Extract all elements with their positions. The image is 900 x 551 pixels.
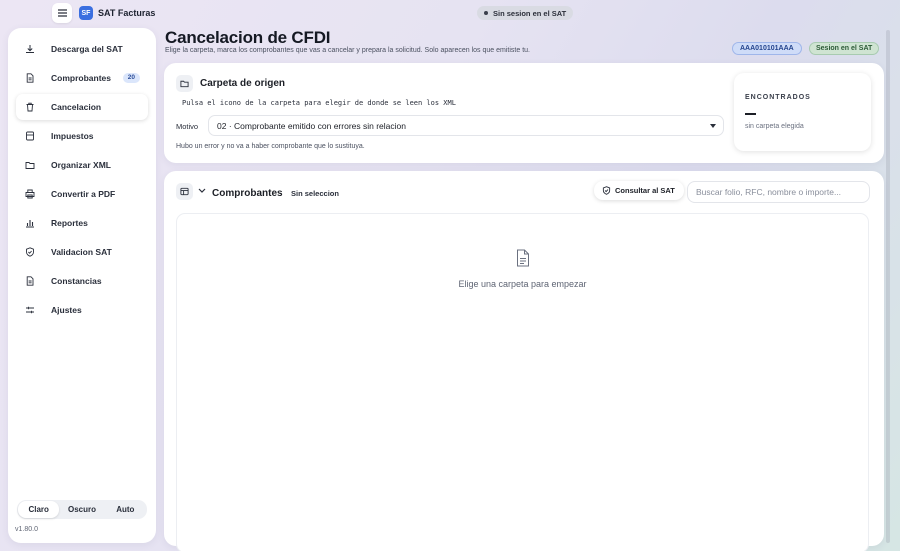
theme-option-dark[interactable]: Oscuro <box>61 501 102 518</box>
origin-folder-card: Carpeta de origen Pulsa el icono de la c… <box>164 63 884 163</box>
sidebar: Descarga del SAT Comprobantes 20 Cancela… <box>8 28 156 543</box>
sidebar-item-validacion-sat[interactable]: Validacion SAT <box>16 239 148 265</box>
calculator-icon <box>25 131 35 141</box>
origin-title: Carpeta de origen <box>200 78 286 89</box>
download-icon <box>25 44 35 54</box>
theme-switch: Claro Oscuro Auto <box>17 500 147 519</box>
top-bar: SF SAT Facturas Sin sesion en el SAT <box>0 0 900 27</box>
sidebar-item-label: Comprobantes <box>51 73 111 83</box>
selection-status: Sin seleccion <box>291 189 339 198</box>
consult-sat-button[interactable]: Consultar al SAT <box>594 181 684 200</box>
motivo-label: Motivo <box>176 122 199 131</box>
document-icon <box>25 73 35 83</box>
sidebar-item-label: Ajustes <box>51 305 82 315</box>
empty-state: Elige una carpeta para empezar <box>176 213 869 551</box>
choose-folder-button[interactable] <box>176 75 193 92</box>
status-dot-icon <box>484 11 488 15</box>
sidebar-item-comprobantes[interactable]: Comprobantes 20 <box>16 65 148 91</box>
session-status-pill: Sin sesion en el SAT <box>477 6 574 20</box>
motivo-description: Hubo un error y no va a haber comprobant… <box>176 143 365 150</box>
empty-state-text: Elige una carpeta para empezar <box>458 279 587 289</box>
found-count-placeholder <box>745 113 756 115</box>
shield-check-icon <box>602 186 611 195</box>
printer-icon <box>25 189 35 199</box>
hamburger-icon <box>57 9 67 17</box>
sidebar-item-cancelacion[interactable]: Cancelacion <box>16 94 148 120</box>
sliders-icon <box>25 305 35 315</box>
table-view-button[interactable] <box>176 183 193 200</box>
motivo-select[interactable]: 02 · Comprobante emitido con errores sin… <box>208 115 724 136</box>
folder-icon <box>25 160 35 170</box>
sidebar-item-label: Organizar XML <box>51 160 111 170</box>
origin-hint: Pulsa el icono de la carpeta para elegir… <box>182 99 456 107</box>
rfc-badge: AAA010101AAA <box>732 42 802 55</box>
sidebar-item-convertir-pdf[interactable]: Convertir a PDF <box>16 181 148 207</box>
folder-icon <box>180 80 189 88</box>
document-icon <box>517 249 529 267</box>
sidebar-item-label: Descarga del SAT <box>51 44 123 54</box>
found-status: sin carpeta elegida <box>745 123 804 130</box>
sidebar-item-label: Reportes <box>51 218 88 228</box>
document-icon <box>25 276 35 286</box>
sidebar-item-label: Convertir a PDF <box>51 189 116 199</box>
sidebar-item-label: Validacion SAT <box>51 247 112 257</box>
found-summary-card: ENCONTRADOS sin carpeta elegida <box>734 73 871 151</box>
sidebar-item-label: Cancelacion <box>51 102 102 112</box>
theme-option-auto[interactable]: Auto <box>105 501 146 518</box>
count-badge: 20 <box>122 73 140 83</box>
sidebar-item-ajustes[interactable]: Ajustes <box>16 297 148 323</box>
menu-button[interactable] <box>52 3 72 23</box>
motivo-selected-value: 02 · Comprobante emitido con errores sin… <box>217 120 406 131</box>
app-name: SAT Facturas <box>98 8 156 18</box>
sidebar-item-impuestos[interactable]: Impuestos <box>16 123 148 149</box>
comprobantes-title: Comprobantes <box>212 188 283 199</box>
sidebar-item-reportes[interactable]: Reportes <box>16 210 148 236</box>
search-input[interactable] <box>687 181 870 203</box>
trash-icon <box>25 102 35 112</box>
caret-down-icon <box>710 124 716 128</box>
page-scrollbar[interactable] <box>886 30 890 543</box>
sidebar-item-descarga[interactable]: Descarga del SAT <box>16 36 148 62</box>
sidebar-item-label: Impuestos <box>51 131 94 141</box>
session-status-text: Sin sesion en el SAT <box>493 8 567 18</box>
app-version: v1.80.0 <box>15 526 38 533</box>
theme-option-light[interactable]: Claro <box>18 501 60 518</box>
shield-check-icon <box>25 247 35 257</box>
comprobantes-card: Comprobantes Sin seleccion Consultar al … <box>164 171 884 551</box>
sidebar-item-constancias[interactable]: Constancias <box>16 268 148 294</box>
bar-chart-icon <box>25 218 35 228</box>
app-logo: SF <box>79 6 93 20</box>
found-title: ENCONTRADOS <box>745 94 811 101</box>
page-subtitle: Elige la carpeta, marca los comprobantes… <box>165 47 530 54</box>
chevron-down-icon[interactable] <box>198 188 206 194</box>
consult-sat-label: Consultar al SAT <box>615 186 675 195</box>
sat-session-badge: Sesion en el SAT <box>809 42 880 55</box>
table-icon <box>180 187 189 196</box>
sidebar-item-label: Constancias <box>51 276 102 286</box>
sidebar-item-organizar-xml[interactable]: Organizar XML <box>16 152 148 178</box>
page-title: Cancelacion de CFDI <box>165 28 331 47</box>
